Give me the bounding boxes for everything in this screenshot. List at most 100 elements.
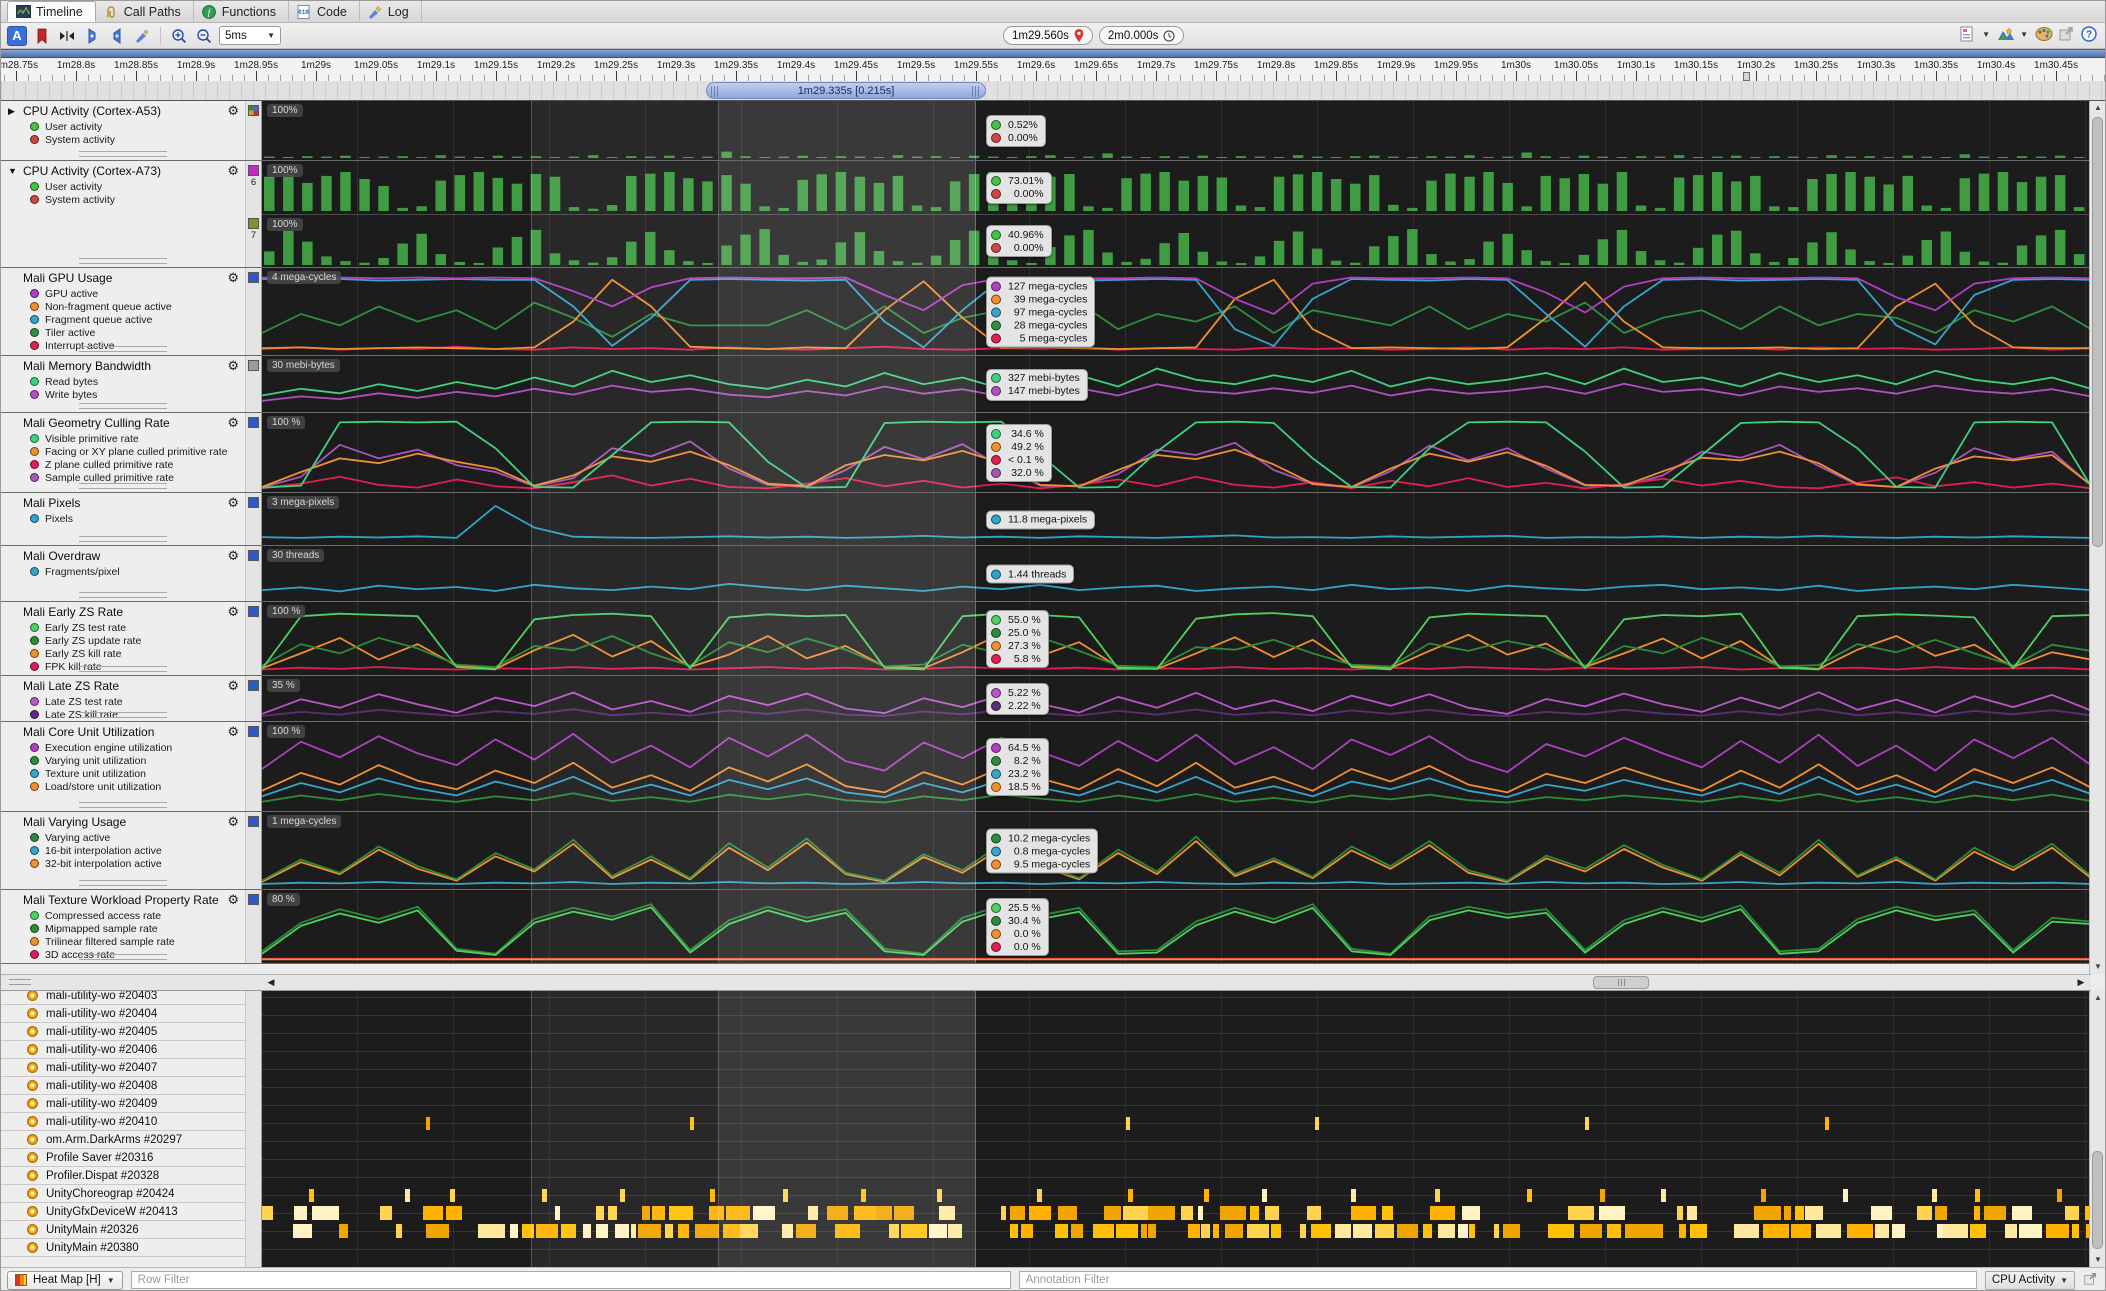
chart-canvas-cpu-a53[interactable]: 100%0.52%0.00%: [262, 101, 2091, 160]
chart-canvas-pixels[interactable]: 3 mega-pixels11.8 mega-pixels: [262, 493, 2091, 545]
chart-settings-gear-icon[interactable]: ⚙: [227, 893, 239, 906]
thread-row[interactable]: UnityMain #20380: [1, 1239, 245, 1257]
chart-type-swatch[interactable]: [248, 497, 259, 508]
chart-settings-gear-icon[interactable]: ⚙: [227, 679, 239, 692]
annotate-mode-button[interactable]: A: [7, 26, 27, 46]
chart-settings-gear-icon[interactable]: ⚙: [227, 104, 239, 117]
selection-grip-right[interactable]: [972, 86, 981, 97]
thread-row[interactable]: mali-utility-wo #20405: [1, 1023, 245, 1041]
chart-sidebar-core-unit[interactable]: Mali Core Unit Utilization⚙Execution eng…: [1, 722, 245, 811]
chart-settings-gear-icon[interactable]: ⚙: [227, 549, 239, 562]
chart-track[interactable]: 100%40.96%0.00%: [262, 214, 2091, 267]
tab-log[interactable]: Log: [360, 1, 422, 22]
chart-type-swatch[interactable]: [248, 105, 259, 116]
chart-type-swatch[interactable]: [248, 680, 259, 691]
chart-track[interactable]: 30 threads1.44 threads: [262, 546, 2091, 601]
scroll-left-arrow[interactable]: ◀: [263, 975, 279, 990]
chart-sidebar-overdraw[interactable]: Mali Overdraw⚙Fragments/pixel: [1, 546, 245, 601]
collapse-arrow-icon[interactable]: ▼: [8, 166, 17, 176]
thread-row[interactable]: Profile Saver #20316: [1, 1149, 245, 1167]
report-options-icon[interactable]: [1959, 26, 1975, 42]
chart-type-swatch[interactable]: [248, 550, 259, 561]
chart-sidebar-cpu-a53[interactable]: ▶CPU Activity (Cortex-A53)⚙User activity…: [1, 101, 245, 160]
chart-type-swatch[interactable]: [248, 816, 259, 827]
scroll-thumb[interactable]: [2092, 117, 2103, 547]
chart-track[interactable]: 100%0.52%0.00%: [262, 101, 2091, 160]
tab-code[interactable]: 010Code: [289, 1, 360, 22]
chart-canvas-cpu-a73[interactable]: 100%73.01%0.00%100%40.96%0.00%: [262, 161, 2091, 267]
expand-arrow-icon[interactable]: ▶: [8, 106, 15, 117]
chart-sidebar-varying-usage[interactable]: Mali Varying Usage⚙Varying active16-bit …: [1, 812, 245, 889]
thread-row[interactable]: UnityMain #20326: [1, 1221, 245, 1239]
chart-type-swatch[interactable]: [248, 606, 259, 617]
zoom-out-icon[interactable]: [194, 26, 214, 46]
tab-call-paths[interactable]: Call Paths: [96, 1, 194, 22]
chart-settings-gear-icon[interactable]: ⚙: [227, 496, 239, 509]
chart-sidebar-gpu-usage[interactable]: Mali GPU Usage⚙GPU activeNon-fragment qu…: [1, 268, 245, 355]
chart-track[interactable]: 30 mebi-bytes327 mebi-bytes147 mebi-byte…: [262, 356, 2091, 412]
scroll-up-arrow[interactable]: ▲: [2090, 991, 2106, 1005]
thread-row[interactable]: mali-utility-wo #20406: [1, 1041, 245, 1059]
chart-track[interactable]: 1 mega-cycles10.2 mega-cycles0.8 mega-cy…: [262, 812, 2091, 889]
thread-row[interactable]: om.Arm.DarkArms #20297: [1, 1131, 245, 1149]
chart-type-swatch[interactable]: [248, 417, 259, 428]
chart-track[interactable]: 3 mega-pixels11.8 mega-pixels: [262, 493, 2091, 545]
thread-row[interactable]: mali-utility-wo #20403: [1, 991, 245, 1005]
chart-canvas-overdraw[interactable]: 30 threads1.44 threads: [262, 546, 2091, 601]
bookmark-icon[interactable]: [32, 26, 52, 46]
time-selection-bar[interactable]: 1m29.335s [0.215s]: [706, 82, 986, 99]
pane-splitter-handle[interactable]: [9, 979, 31, 985]
chart-type-swatch[interactable]: [248, 272, 259, 283]
chart-track[interactable]: 4 mega-cycles127 mega-cycles39 mega-cycl…: [262, 268, 2091, 355]
zoom-in-icon[interactable]: [169, 26, 189, 46]
scroll-up-arrow[interactable]: ▲: [2090, 101, 2106, 115]
chart-settings-gear-icon[interactable]: ⚙: [227, 815, 239, 828]
chart-sidebar-texture-workload[interactable]: Mali Texture Workload Property Rate⚙Comp…: [1, 890, 245, 963]
thread-row[interactable]: mali-utility-wo #20410: [1, 1113, 245, 1131]
chart-sidebar-pixels[interactable]: Mali Pixels⚙Pixels: [1, 493, 245, 545]
tab-timeline[interactable]: Timeline: [7, 1, 96, 22]
time-ruler[interactable]: 1m28.75s1m28.8s1m28.85s1m28.9s1m28.95s1m…: [1, 59, 2105, 81]
chart-settings-gear-icon[interactable]: ⚙: [227, 271, 239, 284]
chart-settings-gear-icon[interactable]: ⚙: [227, 416, 239, 429]
thread-row[interactable]: UnityGfxDeviceW #20413: [1, 1203, 245, 1221]
thread-row[interactable]: mali-utility-wo #20408: [1, 1077, 245, 1095]
chart-type-swatch[interactable]: [248, 894, 259, 905]
thread-row[interactable]: Profiler.Dispat #20328: [1, 1167, 245, 1185]
thread-row[interactable]: UnityChoreograp #20424: [1, 1185, 245, 1203]
thread-heat-map[interactable]: [262, 991, 2091, 1267]
annotation-filter-input[interactable]: [1019, 1271, 1977, 1289]
chart-canvas-core-unit[interactable]: 100 %64.5 %8.2 %23.2 %18.5 %: [262, 722, 2091, 811]
thread-row[interactable]: mali-utility-wo #20409: [1, 1095, 245, 1113]
chart-canvas-early-zs[interactable]: 100 %55.0 %25.0 %27.3 %5.8 %: [262, 602, 2091, 675]
chart-track[interactable]: 100%73.01%0.00%: [262, 161, 2091, 214]
chart-settings-gear-icon[interactable]: ⚙: [227, 725, 239, 738]
heat-map-source-select[interactable]: CPU Activity ▼: [1985, 1271, 2075, 1290]
chart-track[interactable]: 100 %34.6 %49.2 %< 0.1 %32.0 %: [262, 413, 2091, 492]
row-filter-input[interactable]: [131, 1271, 1011, 1289]
palette-icon[interactable]: [2035, 26, 2051, 42]
chart-settings-gear-icon[interactable]: ⚙: [227, 164, 239, 177]
chart-canvas-late-zs[interactable]: 35 %5.22 %2.22 %: [262, 676, 2091, 721]
threads-vertical-scrollbar[interactable]: ▲ ▼: [2089, 991, 2105, 1267]
selection-grip-left[interactable]: [711, 86, 720, 97]
thread-row[interactable]: mali-utility-wo #20404: [1, 1005, 245, 1023]
chart-style-icon[interactable]: [1997, 26, 2013, 42]
charts-vertical-scrollbar[interactable]: ▲ ▼: [2089, 101, 2105, 974]
chart-settings-gear-icon[interactable]: ⚙: [227, 605, 239, 618]
ruler-bookmark-marker[interactable]: [1743, 72, 1750, 81]
chart-canvas-memory-bandwidth[interactable]: 30 mebi-bytes327 mebi-bytes147 mebi-byte…: [262, 356, 2091, 412]
chart-sidebar-memory-bandwidth[interactable]: Mali Memory Bandwidth⚙Read bytesWrite by…: [1, 356, 245, 412]
scroll-down-arrow[interactable]: ▼: [2090, 960, 2106, 974]
chart-canvas-gpu-usage[interactable]: 4 mega-cycles127 mega-cycles39 mega-cycl…: [262, 268, 2091, 355]
chart-track[interactable]: 35 %5.22 %2.22 %: [262, 676, 2091, 721]
collapse-regions-icon[interactable]: [57, 26, 77, 46]
core-color-swatch[interactable]: [248, 165, 259, 176]
chart-sidebar-early-zs[interactable]: Mali Early ZS Rate⚙Early ZS test rateEar…: [1, 602, 245, 675]
bucket-interval-select[interactable]: 5ms▼: [219, 26, 281, 45]
annotation-brush-icon[interactable]: [132, 26, 152, 46]
chart-type-swatch[interactable]: [248, 726, 259, 737]
prev-marker-icon[interactable]: [82, 26, 102, 46]
chart-sidebar-cpu-a73[interactable]: ▼CPU Activity (Cortex-A73)⚙User activity…: [1, 161, 245, 267]
export-chart-icon[interactable]: [2083, 1272, 2099, 1288]
